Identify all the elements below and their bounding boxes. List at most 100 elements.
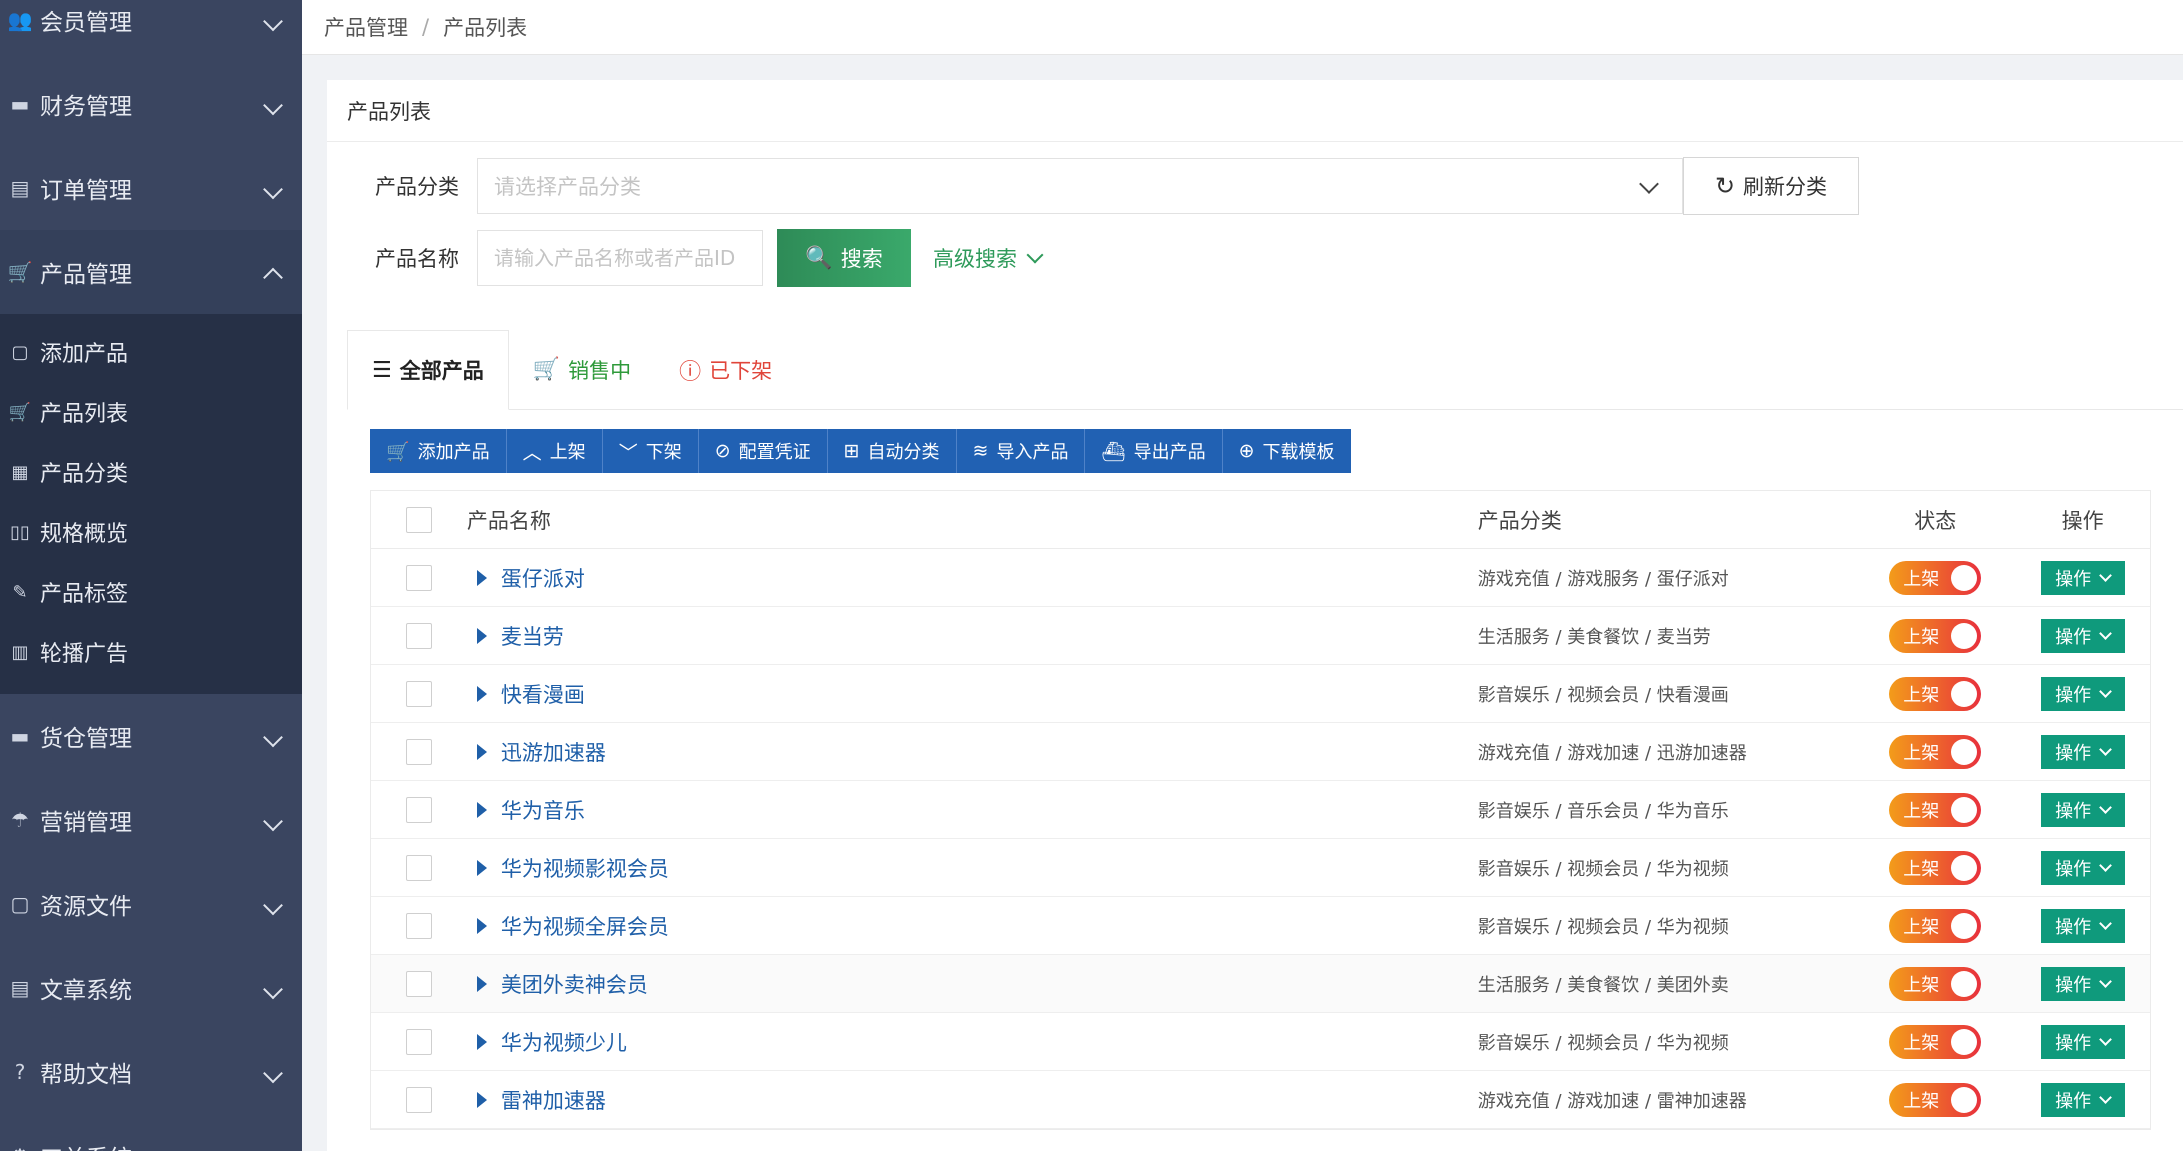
- action-dropdown-button[interactable]: 操作: [2040, 792, 2125, 827]
- expand-triangle-icon[interactable]: [476, 569, 487, 586]
- expand-triangle-icon[interactable]: [476, 859, 487, 876]
- status-toggle[interactable]: 上架: [1889, 850, 1982, 885]
- toggle-knob: [1951, 854, 1978, 881]
- menu-group-article[interactable]: ▤ 文章系统: [0, 946, 302, 1030]
- tab-off-shelf[interactable]: ⓘ 已下架: [655, 330, 796, 409]
- row-checkbox[interactable]: [405, 738, 432, 765]
- menu-group-marketing[interactable]: ☂ 营销管理: [0, 778, 302, 862]
- product-name[interactable]: 快看漫画: [501, 679, 585, 709]
- status-toggle-label: 上架: [1903, 1090, 1940, 1112]
- export-product-button[interactable]: ⛴ 导出产品: [1085, 429, 1223, 473]
- product-name-cell[interactable]: 华为音乐: [467, 795, 1478, 825]
- action-dropdown-button[interactable]: 操作: [2040, 560, 2125, 595]
- action-label: 操作: [2055, 626, 2092, 648]
- product-name-input[interactable]: [477, 230, 763, 286]
- action-dropdown-button[interactable]: 操作: [2040, 1082, 2125, 1117]
- product-name[interactable]: 美团外卖神会员: [501, 969, 648, 999]
- expand-triangle-icon[interactable]: [476, 1091, 487, 1108]
- sidebar-item-spec-overview[interactable]: ▯▯ 规格概览: [0, 502, 302, 562]
- add-product-button[interactable]: 🛒 添加产品: [370, 429, 507, 473]
- expand-triangle-icon[interactable]: [476, 975, 487, 992]
- product-name[interactable]: 华为视频全屏会员: [501, 911, 669, 941]
- sidebar-item-product-category[interactable]: ▦ 产品分类: [0, 442, 302, 502]
- row-checkbox[interactable]: [405, 912, 432, 939]
- menu-group-ticket[interactable]: ⚙ 工单系统: [0, 1114, 302, 1151]
- action-dropdown-button[interactable]: 操作: [2040, 908, 2125, 943]
- export-icon: ⛴: [1101, 440, 1126, 463]
- menu-group-resource[interactable]: ▢ 资源文件: [0, 862, 302, 946]
- tab-all-products[interactable]: ☰ 全部产品: [347, 330, 509, 410]
- product-name-cell[interactable]: 蛋仔派对: [467, 563, 1478, 593]
- status-toggle[interactable]: 上架: [1889, 908, 1982, 943]
- product-name-cell[interactable]: 华为视频少儿: [467, 1027, 1478, 1057]
- header-name[interactable]: 产品名称: [467, 505, 1478, 535]
- status-toggle[interactable]: 上架: [1889, 792, 1982, 827]
- refresh-category-button[interactable]: ↻ 刷新分类: [1683, 157, 1859, 215]
- menu-group-help[interactable]: ? 帮助文档: [0, 1030, 302, 1114]
- row-checkbox[interactable]: [405, 1086, 432, 1113]
- sidebar-item-product-list[interactable]: 🛒 产品列表: [0, 382, 302, 442]
- list-off-button[interactable]: ﹀ 下架: [602, 429, 699, 473]
- product-name[interactable]: 麦当劳: [501, 621, 564, 651]
- download-template-button[interactable]: ⊕ 下载模板: [1222, 429, 1351, 473]
- expand-triangle-icon[interactable]: [476, 743, 487, 760]
- status-toggle[interactable]: 上架: [1889, 618, 1982, 653]
- product-name[interactable]: 华为音乐: [501, 795, 585, 825]
- list-on-button[interactable]: ︿ 上架: [506, 429, 603, 473]
- action-dropdown-button[interactable]: 操作: [2040, 1024, 2125, 1059]
- menu-group-finance[interactable]: ▬ 财务管理: [0, 62, 302, 146]
- product-name-cell[interactable]: 雷神加速器: [467, 1085, 1478, 1115]
- row-checkbox[interactable]: [405, 680, 432, 707]
- product-name-cell[interactable]: 华为视频全屏会员: [467, 911, 1478, 941]
- status-toggle[interactable]: 上架: [1889, 676, 1982, 711]
- config-credential-button[interactable]: ⊘ 配置凭证: [698, 429, 828, 473]
- status-toggle[interactable]: 上架: [1889, 966, 1982, 1001]
- status-toggle[interactable]: 上架: [1889, 1024, 1982, 1059]
- sidebar-item-carousel-ad[interactable]: ▥ 轮播广告: [0, 622, 302, 682]
- product-name[interactable]: 华为视频少儿: [501, 1027, 627, 1057]
- import-product-button[interactable]: ≋ 导入产品: [956, 429, 1086, 473]
- breadcrumb-parent[interactable]: 产品管理: [324, 12, 408, 42]
- row-checkbox[interactable]: [405, 854, 432, 881]
- action-dropdown-button[interactable]: 操作: [2040, 618, 2125, 653]
- expand-triangle-icon[interactable]: [476, 917, 487, 934]
- tab-on-sale[interactable]: 🛒 销售中: [509, 330, 655, 409]
- menu-group-order[interactable]: ▤ 订单管理: [0, 146, 302, 230]
- expand-triangle-icon[interactable]: [476, 1033, 487, 1050]
- row-checkbox[interactable]: [405, 796, 432, 823]
- row-checkbox[interactable]: [405, 622, 432, 649]
- menu-group-product[interactable]: 🛒 产品管理: [0, 230, 302, 314]
- product-name-cell[interactable]: 快看漫画: [467, 679, 1478, 709]
- product-name[interactable]: 雷神加速器: [501, 1085, 606, 1115]
- action-dropdown-button[interactable]: 操作: [2040, 966, 2125, 1001]
- expand-triangle-icon[interactable]: [476, 801, 487, 818]
- product-name[interactable]: 蛋仔派对: [501, 563, 585, 593]
- status-toggle[interactable]: 上架: [1889, 1082, 1982, 1117]
- advanced-search-link[interactable]: 高级搜索: [933, 243, 1044, 273]
- product-name[interactable]: 迅游加速器: [501, 737, 606, 767]
- status-toggle[interactable]: 上架: [1889, 734, 1982, 769]
- menu-group-warehouse[interactable]: ▬ 货仓管理: [0, 694, 302, 778]
- sidebar-item-add-product[interactable]: ▢ 添加产品: [0, 322, 302, 382]
- product-name-cell[interactable]: 迅游加速器: [467, 737, 1478, 767]
- search-button[interactable]: 🔍 搜索: [777, 229, 911, 287]
- product-name[interactable]: 华为视频影视会员: [501, 853, 669, 883]
- action-dropdown-button[interactable]: 操作: [2040, 734, 2125, 769]
- product-name-cell[interactable]: 麦当劳: [467, 621, 1478, 651]
- row-checkbox[interactable]: [405, 564, 432, 591]
- sidebar-item-product-tag[interactable]: ✎ 产品标签: [0, 562, 302, 622]
- menu-group-member[interactable]: 👥 会员管理: [0, 0, 302, 62]
- expand-triangle-icon[interactable]: [476, 685, 487, 702]
- product-name-cell[interactable]: 华为视频影视会员: [467, 853, 1478, 883]
- product-name-cell[interactable]: 美团外卖神会员: [467, 969, 1478, 999]
- row-checkbox[interactable]: [405, 1028, 432, 1055]
- category-select[interactable]: 请选择产品分类: [477, 158, 1683, 214]
- action-dropdown-button[interactable]: 操作: [2040, 850, 2125, 885]
- expand-triangle-icon[interactable]: [476, 627, 487, 644]
- action-label: 操作: [2055, 684, 2092, 706]
- select-all-checkbox[interactable]: [405, 506, 432, 533]
- action-dropdown-button[interactable]: 操作: [2040, 676, 2125, 711]
- status-toggle[interactable]: 上架: [1889, 560, 1982, 595]
- row-checkbox[interactable]: [405, 970, 432, 997]
- auto-category-button[interactable]: ⊞ 自动分类: [827, 429, 957, 473]
